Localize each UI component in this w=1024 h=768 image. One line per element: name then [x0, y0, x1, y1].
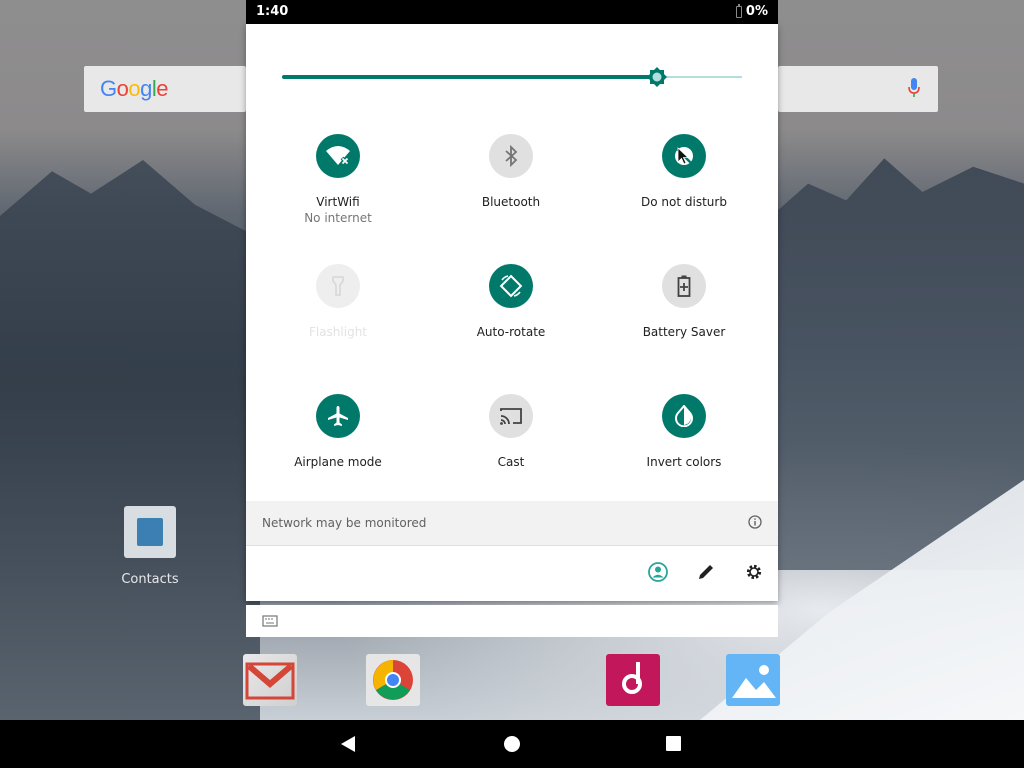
tile-flashlight[interactable]: Flashlight: [263, 264, 413, 374]
back-icon[interactable]: [340, 736, 356, 752]
contacts-label: Contacts: [121, 572, 179, 587]
tile-do-not-disturb[interactable]: Do not disturb: [609, 134, 759, 244]
google-logo: Google: [100, 76, 169, 101]
recents-icon[interactable]: [666, 736, 681, 751]
auto-rotate-icon: [499, 274, 523, 298]
contacts-icon: [124, 506, 176, 558]
contacts-app[interactable]: Contacts: [121, 506, 179, 587]
battery-saver-icon: [677, 275, 691, 297]
flashlight-icon: [332, 276, 344, 296]
navigation-bar: [0, 720, 1024, 768]
tile-auto-rotate-toggle[interactable]: [489, 264, 533, 308]
google-search-bar[interactable]: Google: [84, 66, 246, 112]
battery-percent: 0%: [745, 4, 768, 19]
invert-colors-icon: [675, 405, 693, 427]
tile-airplane-mode-label: Airplane mode: [294, 455, 382, 469]
tile-bluetooth-toggle[interactable]: [489, 134, 533, 178]
do-not-disturb-icon: [675, 147, 693, 165]
tile-auto-rotate[interactable]: Auto-rotate: [436, 264, 586, 374]
tile-airplane-mode[interactable]: Airplane mode: [263, 394, 413, 504]
info-icon[interactable]: [748, 515, 762, 529]
wifi-no-internet-icon: [326, 146, 350, 166]
edit-icon[interactable]: [695, 561, 717, 583]
network-monitored-text: Network may be monitored: [262, 516, 427, 530]
status-battery: 0%: [735, 3, 768, 19]
wallpaper-mountain-left: [0, 160, 260, 720]
music-icon[interactable]: [606, 654, 660, 706]
tile-invert-colors-toggle[interactable]: [662, 394, 706, 438]
tile-do-not-disturb-label: Do not disturb: [641, 195, 727, 209]
tile-bluetooth[interactable]: Bluetooth: [436, 134, 586, 244]
mic-icon[interactable]: [908, 78, 920, 100]
tile-wifi-label: VirtWifi: [316, 195, 360, 209]
settings-icon[interactable]: [743, 561, 765, 583]
tile-battery-saver-toggle[interactable]: [662, 264, 706, 308]
tile-bluetooth-label: Bluetooth: [481, 195, 541, 209]
tile-flashlight-label: Flashlight: [308, 325, 368, 339]
brightness-thumb[interactable]: [647, 67, 667, 87]
chrome-icon[interactable]: [366, 654, 420, 706]
tile-wifi[interactable]: VirtWifi No internet: [263, 134, 413, 244]
tile-wifi-toggle[interactable]: [316, 134, 360, 178]
tile-invert-colors-label: Invert colors: [646, 455, 722, 469]
cast-icon: [500, 408, 522, 425]
brightness-fill: [282, 75, 657, 79]
gmail-icon[interactable]: [243, 654, 297, 706]
tile-wifi-sublabel: No internet: [304, 211, 372, 225]
airplane-icon: [328, 406, 348, 426]
home-icon[interactable]: [504, 736, 520, 752]
tile-battery-saver-label: Battery Saver: [642, 325, 726, 339]
photos-icon[interactable]: [726, 654, 780, 706]
google-search-bar-right[interactable]: [778, 66, 938, 112]
quick-settings-panel: VirtWifi No internet Bluetooth Do not di…: [246, 24, 778, 601]
tile-battery-saver[interactable]: Battery Saver: [609, 264, 759, 374]
status-time: 1:40: [256, 4, 289, 19]
tile-cast-toggle[interactable]: [489, 394, 533, 438]
notification-strip[interactable]: [246, 605, 778, 637]
tile-cast-label: Cast: [497, 455, 525, 469]
tile-cast[interactable]: Cast: [436, 394, 586, 504]
user-icon[interactable]: [647, 561, 669, 583]
tile-auto-rotate-label: Auto-rotate: [476, 325, 546, 339]
brightness-slider[interactable]: [282, 66, 742, 90]
network-monitored-banner[interactable]: Network may be monitored: [246, 501, 778, 546]
tile-airplane-mode-toggle[interactable]: [316, 394, 360, 438]
bluetooth-icon: [505, 145, 518, 167]
tile-do-not-disturb-toggle[interactable]: [662, 134, 706, 178]
status-bar: 1:40 0%: [246, 0, 778, 24]
tile-flashlight-toggle[interactable]: [316, 264, 360, 308]
keyboard-icon: [262, 615, 278, 627]
tile-invert-colors[interactable]: Invert colors: [609, 394, 759, 504]
battery-icon: [735, 3, 742, 18]
